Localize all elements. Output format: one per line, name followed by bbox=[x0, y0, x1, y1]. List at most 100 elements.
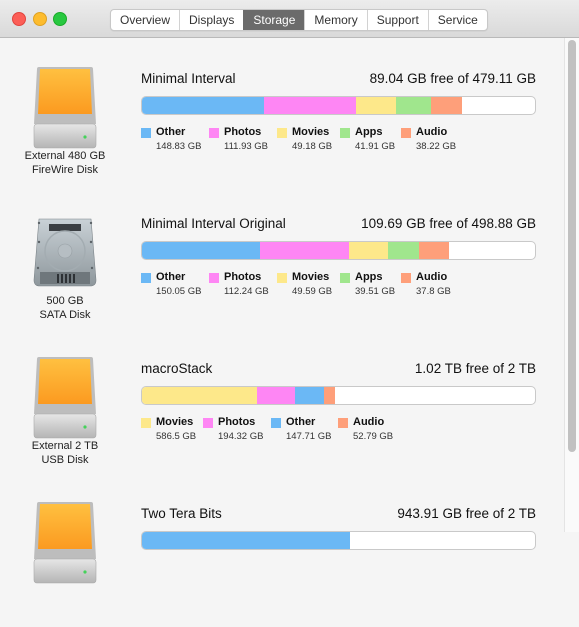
legend-value: 147.71 GB bbox=[286, 431, 332, 442]
usage-segment-other bbox=[142, 532, 351, 549]
usage-segment-apps bbox=[387, 242, 419, 259]
legend-value: 39.51 GB bbox=[355, 286, 396, 297]
minimize-button[interactable] bbox=[33, 12, 47, 26]
legend-value: 49.18 GB bbox=[292, 141, 333, 152]
drive-label-line1: External 480 GB bbox=[24, 150, 106, 162]
tab-memory[interactable]: Memory bbox=[304, 10, 366, 30]
legend-swatch bbox=[209, 128, 219, 138]
legend-item-audio: Audio 38.22 GB bbox=[401, 126, 461, 162]
legend-swatch bbox=[141, 128, 151, 138]
tab-storage[interactable]: Storage bbox=[243, 10, 305, 30]
legend-label: Other bbox=[156, 271, 186, 283]
usage-segment-photos bbox=[264, 97, 356, 114]
close-button[interactable] bbox=[12, 12, 26, 26]
scrollbar-thumb[interactable] bbox=[568, 40, 576, 452]
drive-label: 500 GB SATA Disk bbox=[0, 294, 130, 322]
legend-value: 148.83 GB bbox=[156, 141, 202, 152]
legend-swatch bbox=[277, 273, 287, 283]
storage-usage-bar bbox=[141, 241, 536, 260]
legend-item-other: Other 150.05 GB bbox=[141, 271, 209, 307]
legend-swatch bbox=[340, 273, 350, 283]
legend-label: Audio bbox=[353, 416, 385, 428]
volume-free-space: 1.02 TB free of 2 TB bbox=[414, 361, 536, 376]
volume-name: macroStack bbox=[141, 361, 213, 376]
usage-segment-audio bbox=[324, 387, 335, 404]
legend-label: Photos bbox=[224, 271, 262, 283]
legend-value: 150.05 GB bbox=[156, 286, 202, 297]
usage-segment-movies bbox=[142, 387, 258, 404]
volume-name: Minimal Interval Original bbox=[141, 216, 286, 231]
legend-item-other: Other 147.71 GB bbox=[271, 416, 338, 452]
legend-label: Audio bbox=[416, 126, 448, 138]
legend-value: 37.8 GB bbox=[416, 286, 451, 297]
usage-legend: Other 150.05 GB Photos 112.24 GB Movies 49.59… bbox=[141, 271, 461, 307]
legend-label: Movies bbox=[156, 416, 194, 428]
legend-swatch bbox=[401, 273, 411, 283]
legend-value: 38.22 GB bbox=[416, 141, 457, 152]
legend-swatch bbox=[203, 418, 213, 428]
usage-segment-apps bbox=[396, 97, 431, 114]
volume-free-space: 109.69 GB free of 498.88 GB bbox=[361, 216, 536, 231]
usage-legend: Movies 586.5 GB Photos 194.32 GB Other 147.71… bbox=[141, 416, 398, 452]
usage-segment-other bbox=[142, 242, 261, 259]
legend-value: 112.24 GB bbox=[224, 286, 269, 297]
legend-label: Photos bbox=[224, 126, 262, 138]
storage-usage-bar bbox=[141, 96, 536, 115]
drive-label-line2: SATA Disk bbox=[39, 309, 91, 321]
zoom-button[interactable] bbox=[53, 12, 67, 26]
legend-item-audio: Audio 52.79 GB bbox=[338, 416, 398, 452]
legend-swatch bbox=[277, 128, 287, 138]
legend-value: 52.79 GB bbox=[353, 431, 394, 442]
legend-swatch bbox=[340, 128, 350, 138]
tab-overview[interactable]: Overview bbox=[111, 10, 179, 30]
window-titlebar: Overview Displays Storage Memory Support… bbox=[0, 0, 579, 38]
external-drive-icon bbox=[33, 356, 97, 440]
legend-swatch bbox=[338, 418, 348, 428]
legend-item-apps: Apps 41.91 GB bbox=[340, 126, 401, 162]
legend-label: Movies bbox=[292, 126, 330, 138]
volume-free-space: 943.91 GB free of 2 TB bbox=[397, 506, 536, 521]
volume-name: Two Tera Bits bbox=[141, 506, 222, 521]
legend-value: 586.5 GB bbox=[156, 431, 197, 442]
storage-usage-bar bbox=[141, 531, 536, 550]
external-drive-icon bbox=[33, 501, 97, 585]
drive-label-line2: USB Disk bbox=[41, 454, 89, 466]
drive-section: External 480 GB FireWire Disk Minimal Inte… bbox=[0, 47, 564, 192]
legend-item-movies: Movies 49.18 GB bbox=[277, 126, 340, 162]
legend-item-photos: Photos 111.93 GB bbox=[209, 126, 277, 162]
drive-label-line1: 500 GB bbox=[46, 295, 84, 307]
tab-service[interactable]: Service bbox=[427, 10, 487, 30]
usage-segment-other bbox=[295, 387, 325, 404]
legend-item-other: Other 148.83 GB bbox=[141, 126, 209, 162]
legend-swatch bbox=[141, 273, 151, 283]
storage-usage-bar bbox=[141, 386, 536, 405]
usage-legend: Other 148.83 GB Photos 111.93 GB Movies 49.18… bbox=[141, 126, 461, 162]
legend-value: 111.93 GB bbox=[224, 141, 269, 152]
tab-displays[interactable]: Displays bbox=[179, 10, 243, 30]
drive-label: External 2 TB USB Disk bbox=[0, 439, 130, 467]
external-drive-icon bbox=[33, 66, 97, 150]
usage-segment-movies bbox=[355, 97, 397, 114]
legend-value: 41.91 GB bbox=[355, 141, 396, 152]
legend-value: 194.32 GB bbox=[218, 431, 264, 442]
drive-label-line1: External 2 TB bbox=[31, 440, 99, 452]
legend-label: Photos bbox=[218, 416, 256, 428]
legend-item-photos: Photos 194.32 GB bbox=[203, 416, 271, 452]
legend-label: Other bbox=[156, 126, 186, 138]
legend-label: Apps bbox=[355, 126, 383, 138]
volume-free-space: 89.04 GB free of 479.11 GB bbox=[369, 71, 536, 86]
drive-label-line2: FireWire Disk bbox=[32, 164, 98, 176]
drive-section: 500 GB SATA Disk Minimal Interval Original… bbox=[0, 192, 564, 337]
legend-item-movies: Movies 49.59 GB bbox=[277, 271, 340, 307]
legend-item-apps: Apps 39.51 GB bbox=[340, 271, 401, 307]
legend-item-audio: Audio 37.8 GB bbox=[401, 271, 461, 307]
drive-section: Two Tera Bits 943.91 GB free of 2 TB bbox=[0, 482, 564, 627]
legend-swatch bbox=[141, 418, 151, 428]
internal-hard-drive-icon bbox=[33, 218, 97, 302]
usage-segment-audio bbox=[418, 242, 449, 259]
drive-label: External 480 GB FireWire Disk bbox=[0, 149, 130, 177]
usage-segment-other bbox=[142, 97, 265, 114]
legend-swatch bbox=[401, 128, 411, 138]
tab-support[interactable]: Support bbox=[366, 10, 428, 30]
legend-label: Audio bbox=[416, 271, 448, 283]
